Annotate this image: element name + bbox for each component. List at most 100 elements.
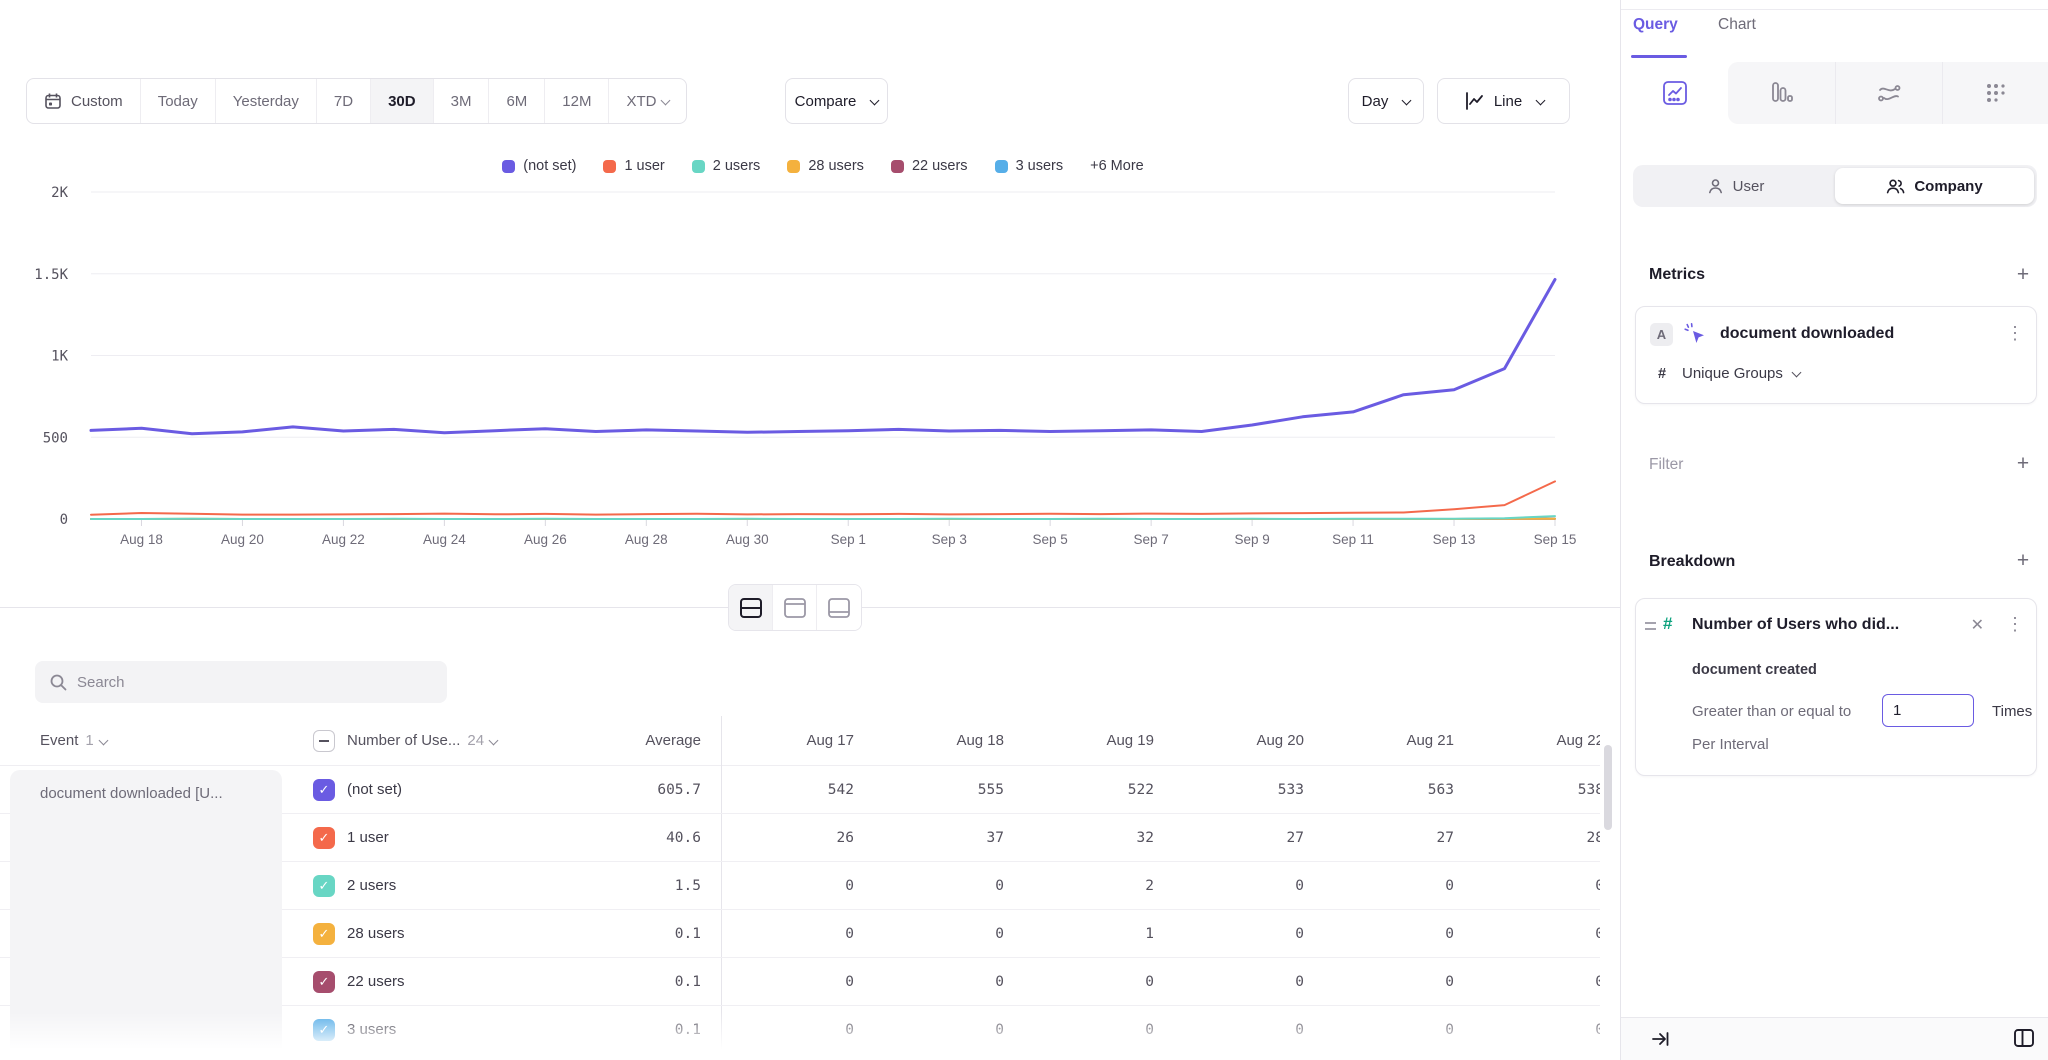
row-value: 0 bbox=[1454, 958, 1600, 1006]
retention-grid-icon[interactable] bbox=[1942, 62, 2048, 124]
legend-item[interactable]: 28 users bbox=[787, 158, 864, 174]
legend-label: 2 users bbox=[713, 158, 761, 174]
date-column-header: Aug 22 bbox=[1454, 716, 1600, 766]
breakdown-value-input[interactable] bbox=[1882, 694, 1974, 727]
table-header: Event 1 Number of Use... 24 Average Aug … bbox=[0, 716, 1600, 766]
close-icon[interactable]: ✕ bbox=[1971, 615, 1984, 635]
add-breakdown-button[interactable]: + bbox=[2012, 550, 2034, 572]
legend-label: 28 users bbox=[808, 158, 864, 174]
series-line-1 user[interactable] bbox=[91, 481, 1555, 514]
compare-label: Compare bbox=[795, 93, 857, 110]
row-label: 28 users bbox=[347, 910, 405, 958]
date-range-7d[interactable]: 7D bbox=[317, 79, 371, 123]
legend-item[interactable]: (not set) bbox=[502, 158, 576, 174]
row-value: 0 bbox=[1304, 862, 1454, 910]
layout-chart-only-button[interactable] bbox=[773, 585, 817, 630]
svg-text:Sep 5: Sep 5 bbox=[1033, 532, 1068, 547]
legend-swatch bbox=[787, 160, 800, 173]
side-panel-toggle-icon[interactable] bbox=[2013, 1028, 2035, 1048]
row-value: 563 bbox=[1304, 766, 1454, 814]
flow-chart-icon[interactable] bbox=[1835, 62, 1942, 124]
svg-text:Aug 26: Aug 26 bbox=[524, 532, 567, 547]
compare-button[interactable]: Compare bbox=[785, 78, 888, 124]
metric-kebab-menu[interactable]: ⋮ bbox=[2006, 323, 2024, 344]
bar-chart-icon[interactable] bbox=[1728, 62, 1835, 124]
row-value: 26 bbox=[704, 814, 854, 862]
row-label: 1 user bbox=[347, 814, 389, 862]
segmentation-chart-icon[interactable] bbox=[1621, 62, 1728, 124]
row-checkbox[interactable]: ✓ bbox=[313, 827, 335, 849]
row-average: 40.6 bbox=[556, 814, 701, 862]
row-average: 0.1 bbox=[556, 910, 701, 958]
filter-section-title: Filter bbox=[1649, 456, 1683, 474]
layout-table-only-button[interactable] bbox=[817, 585, 861, 630]
table-scrollbar[interactable] bbox=[1604, 745, 1612, 830]
tab-chart[interactable]: Chart bbox=[1718, 16, 1756, 34]
layout-split-button[interactable] bbox=[729, 585, 773, 630]
chart-type-dropdown[interactable]: Line bbox=[1437, 78, 1570, 124]
breakdown-kebab-menu[interactable]: ⋮ bbox=[2006, 614, 2024, 635]
measure-dropdown[interactable]: Unique Groups bbox=[1682, 365, 1800, 382]
row-checkbox[interactable]: ✓ bbox=[313, 923, 335, 945]
date-range-6m[interactable]: 6M bbox=[489, 79, 545, 123]
add-metric-button[interactable]: + bbox=[2012, 264, 2034, 286]
row-value: 28 bbox=[1454, 814, 1600, 862]
add-filter-button[interactable]: + bbox=[2012, 453, 2034, 475]
date-range-30d[interactable]: 30D bbox=[371, 79, 434, 123]
row-value: 0 bbox=[854, 862, 1004, 910]
interval-dropdown[interactable]: Day bbox=[1348, 78, 1424, 124]
series-column-header[interactable]: Number of Use... 24 bbox=[347, 716, 497, 766]
row-value: 0 bbox=[1154, 862, 1304, 910]
row-checkbox[interactable]: ✓ bbox=[313, 779, 335, 801]
legend-item[interactable]: 2 users bbox=[692, 158, 761, 174]
row-value: 0 bbox=[1004, 958, 1154, 1006]
scope-company[interactable]: Company bbox=[1835, 168, 2034, 204]
row-checkbox[interactable]: ✓ bbox=[313, 1019, 335, 1041]
chart-type-label: Line bbox=[1494, 93, 1522, 110]
scope-user[interactable]: User bbox=[1636, 168, 1835, 204]
row-value: 0 bbox=[1004, 1006, 1154, 1054]
svg-text:Sep 1: Sep 1 bbox=[831, 532, 866, 547]
breakdown-unit-label: Times bbox=[1992, 703, 2032, 720]
row-value: 0 bbox=[1154, 958, 1304, 1006]
series-line-2 users[interactable] bbox=[91, 516, 1555, 519]
date-range-custom[interactable]: Custom bbox=[27, 79, 141, 123]
svg-text:Aug 22: Aug 22 bbox=[322, 532, 365, 547]
legend-item[interactable]: 1 user bbox=[603, 158, 664, 174]
date-range-xtd[interactable]: XTD bbox=[609, 79, 686, 123]
event-column-header[interactable]: Event 1 bbox=[40, 716, 107, 766]
legend-label: 1 user bbox=[624, 158, 664, 174]
legend-item[interactable]: 3 users bbox=[995, 158, 1064, 174]
row-value: 0 bbox=[854, 910, 1004, 958]
legend-more[interactable]: +6 More bbox=[1090, 158, 1144, 174]
svg-text:Sep 9: Sep 9 bbox=[1234, 532, 1269, 547]
legend-swatch bbox=[502, 160, 515, 173]
tab-query[interactable]: Query bbox=[1633, 16, 1678, 34]
row-value: 1 bbox=[1004, 910, 1154, 958]
select-all-checkbox[interactable] bbox=[313, 730, 335, 752]
search-input[interactable] bbox=[77, 674, 433, 691]
row-checkbox[interactable]: ✓ bbox=[313, 971, 335, 993]
query-panel: Query Chart User Company Metrics + A bbox=[1620, 0, 2048, 1060]
date-range-yesterday[interactable]: Yesterday bbox=[216, 79, 317, 123]
legend-item[interactable]: 22 users bbox=[891, 158, 968, 174]
svg-text:Sep 3: Sep 3 bbox=[932, 532, 967, 547]
row-value: 0 bbox=[1454, 862, 1600, 910]
svg-text:Sep 11: Sep 11 bbox=[1332, 532, 1374, 547]
date-range-3m[interactable]: 3M bbox=[434, 79, 490, 123]
line-chart[interactable]: 05001K1.5K2KAug 18Aug 20Aug 22Aug 24Aug … bbox=[0, 180, 1620, 570]
row-checkbox[interactable]: ✓ bbox=[313, 875, 335, 897]
user-icon bbox=[1707, 178, 1724, 195]
collapse-panel-icon[interactable] bbox=[1651, 1030, 1671, 1048]
number-property-icon: # bbox=[1663, 614, 1672, 634]
date-range-today[interactable]: Today bbox=[141, 79, 216, 123]
event-list-item[interactable]: document downloaded [U... bbox=[10, 770, 282, 802]
row-label: (not set) bbox=[347, 766, 402, 814]
interval-label: Day bbox=[1362, 93, 1389, 110]
drag-handle[interactable] bbox=[1645, 622, 1656, 630]
metric-card[interactable]: A document downloaded ⋮ # Unique Groups bbox=[1635, 306, 2037, 404]
row-value: 0 bbox=[704, 862, 854, 910]
row-value: 0 bbox=[1154, 1006, 1304, 1054]
series-line-(not set)[interactable] bbox=[91, 280, 1555, 434]
date-range-12m[interactable]: 12M bbox=[545, 79, 609, 123]
